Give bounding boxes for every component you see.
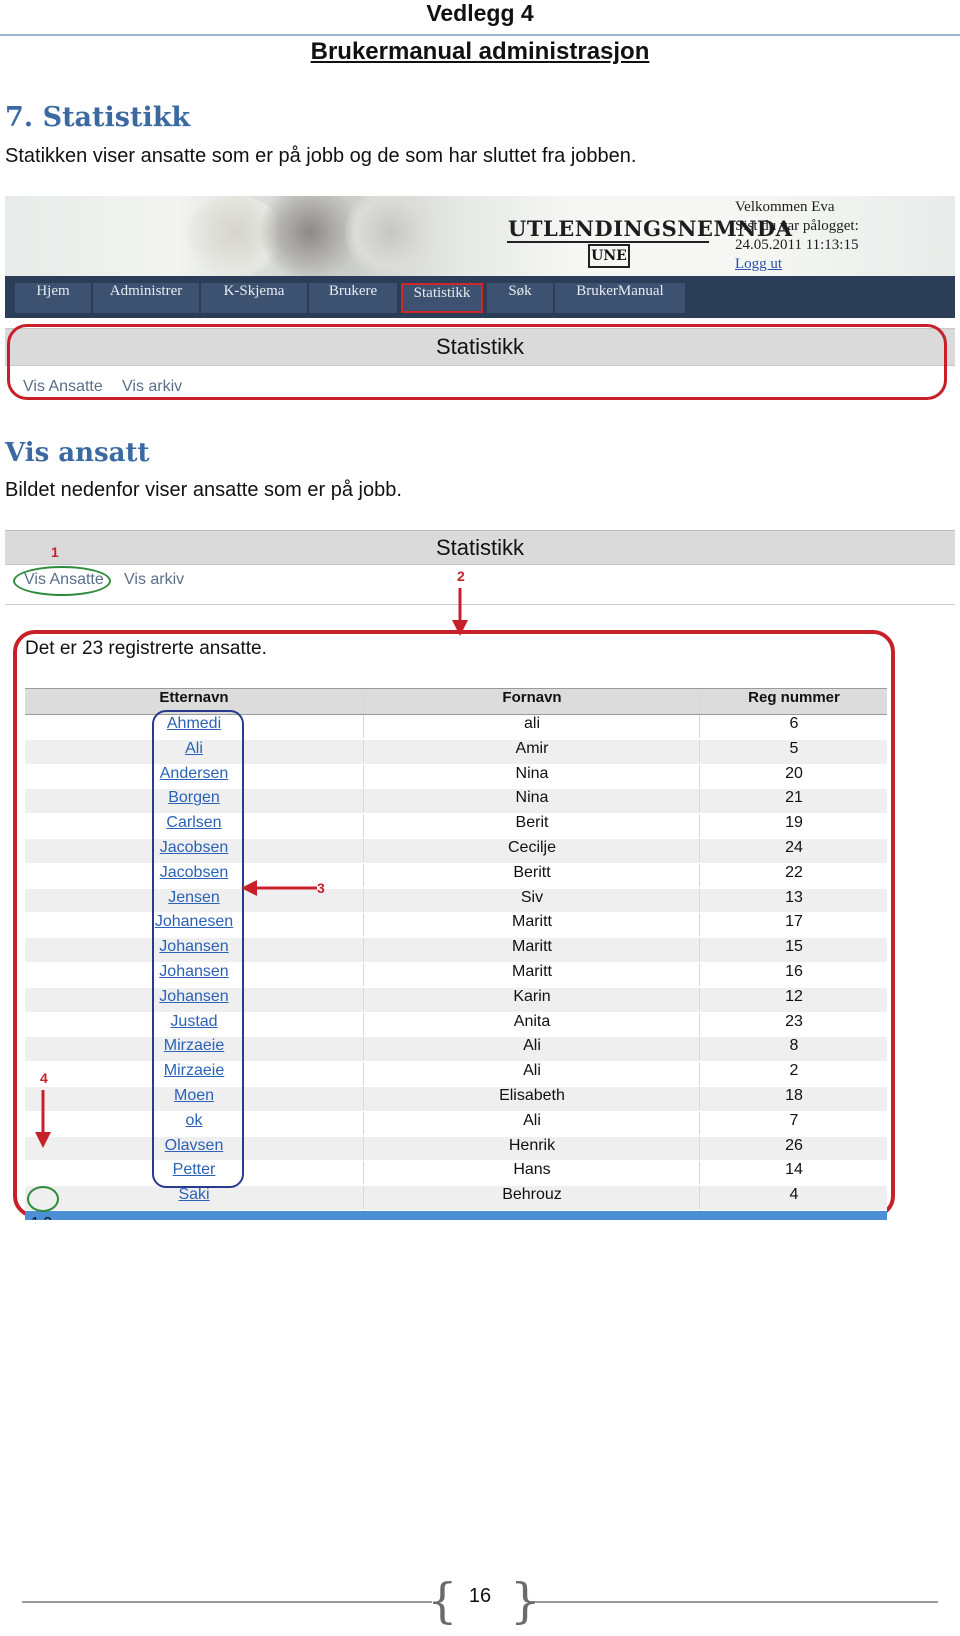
banner-photo — [345, 196, 435, 276]
section-vis-ansatt-text: Bildet nedenfor viser ansatte som er på … — [5, 479, 402, 501]
fornavn-cell: ali — [363, 715, 700, 738]
fornavn-cell: Cecilje — [363, 838, 700, 862]
reg-nummer-cell: 7 — [699, 1111, 888, 1135]
nav-item-administrer[interactable]: Administrer — [93, 283, 199, 313]
reg-nummer-cell: 2 — [699, 1062, 888, 1086]
fornavn-cell: Amir — [363, 739, 700, 763]
page-title-band: Statistikk — [5, 530, 955, 565]
welcome-text: Velkommen Eva — [735, 199, 835, 215]
reg-nummer-cell: 17 — [699, 913, 888, 937]
employee-count-text: Det er 23 registrerte ansatte. — [25, 638, 267, 659]
last-login-label: Sist du var pålogget: — [735, 218, 859, 234]
annotation-frame — [152, 710, 244, 1188]
column-header-fornavn[interactable]: Fornavn — [363, 689, 700, 714]
table-header: Etternavn Fornavn Reg nummer — [25, 688, 887, 715]
screenshot-statistics-page: UTLENDINGSNEMNDA UNE Velkommen Eva Sist … — [5, 196, 955, 411]
reg-nummer-cell: 15 — [699, 938, 888, 962]
nav-item-brukere[interactable]: Brukere — [309, 283, 397, 313]
header-divider — [0, 34, 960, 36]
annotation-marker-1: 1 — [51, 544, 59, 560]
reg-nummer-cell: 4 — [699, 1186, 888, 1210]
fornavn-cell: Berit — [363, 814, 700, 838]
reg-nummer-cell: 20 — [699, 764, 888, 788]
nav-item-statistikk[interactable]: Statistikk — [401, 283, 483, 313]
fornavn-cell: Nina — [363, 789, 700, 813]
fornavn-cell: Karin — [363, 987, 700, 1011]
reg-nummer-cell: 26 — [699, 1136, 888, 1160]
nav-item-sok[interactable]: Søk — [487, 283, 553, 313]
document-header-title: Vedlegg 4 — [426, 0, 534, 26]
last-login-value: 24.05.2011 11:13:15 — [735, 237, 859, 253]
fornavn-cell: Beritt — [363, 863, 700, 887]
annotation-marker-4: 4 — [40, 1070, 48, 1086]
vis-arkiv-link[interactable]: Vis arkiv — [124, 571, 184, 589]
reg-nummer-cell: 24 — [699, 838, 888, 862]
section-title-statistikk: 7. Statistikk — [5, 102, 191, 133]
reg-nummer-cell: 18 — [699, 1086, 888, 1110]
fornavn-cell: Ali — [363, 1062, 700, 1086]
reg-nummer-cell: 13 — [699, 888, 888, 912]
fornavn-cell: Maritt — [363, 913, 700, 937]
logo-box: UNE — [588, 244, 630, 268]
section-intro-text: Statikken viser ansatte som er på jobb o… — [5, 145, 637, 167]
fornavn-cell: Maritt — [363, 962, 700, 986]
section-title-vis-ansatt: Vis ansatt — [5, 438, 150, 468]
welcome-panel: Velkommen Eva Sist du var pålogget: 24.0… — [735, 198, 859, 274]
reg-nummer-cell: 16 — [699, 962, 888, 986]
annotation-arrow-left — [241, 880, 317, 896]
tabs-divider — [5, 604, 955, 605]
fornavn-cell: Ali — [363, 1111, 700, 1135]
reg-nummer-cell: 19 — [699, 814, 888, 838]
reg-nummer-cell: 21 — [699, 789, 888, 813]
table-pager: 1 2 — [25, 1210, 887, 1220]
highlight-frame — [7, 324, 947, 400]
footer-rule — [22, 1601, 432, 1603]
page-number: 16 — [468, 1585, 492, 1607]
logout-link[interactable]: Logg ut — [735, 255, 859, 274]
reg-nummer-cell: 14 — [699, 1161, 888, 1185]
reg-nummer-cell: 6 — [699, 715, 888, 738]
fornavn-cell: Siv — [363, 888, 700, 912]
nav-item-k-skjema[interactable]: K-Skjema — [201, 283, 307, 313]
annotation-oval — [27, 1186, 59, 1212]
etternavn-link[interactable]: Saki — [25, 1186, 363, 1209]
table-row: Saki Behrouz 4 — [25, 1186, 887, 1211]
annotation-marker-3: 3 — [317, 880, 325, 896]
fornavn-cell: Anita — [363, 1012, 700, 1036]
document-subtitle: Brukermanual administrasjon — [310, 38, 650, 65]
fornavn-cell: Ali — [363, 1037, 700, 1061]
fornavn-cell: Henrik — [363, 1136, 700, 1160]
annotation-marker-2: 2 — [457, 568, 465, 584]
nav-item-hjem[interactable]: Hjem — [15, 283, 91, 313]
fornavn-cell: Elisabeth — [363, 1086, 700, 1110]
column-header-reg-nummer[interactable]: Reg nummer — [699, 689, 888, 714]
reg-nummer-cell: 12 — [699, 987, 888, 1011]
fornavn-cell: Hans — [363, 1161, 700, 1185]
fornavn-cell: Nina — [363, 764, 700, 788]
reg-nummer-cell: 23 — [699, 1012, 888, 1036]
footer-rule — [528, 1601, 938, 1603]
vis-ansatte-link[interactable]: Vis Ansatte — [24, 571, 104, 589]
nav-item-brukermanual[interactable]: BrukerManual — [555, 283, 685, 313]
pager-links[interactable]: 1 2 — [31, 1214, 52, 1220]
reg-nummer-cell: 8 — [699, 1037, 888, 1061]
annotation-arrow-down — [35, 1090, 51, 1148]
logo-divider — [507, 241, 709, 243]
reg-nummer-cell: 22 — [699, 863, 888, 887]
fornavn-cell: Behrouz — [363, 1186, 700, 1210]
screenshot-employee-list: Statistikk 1 Vis Ansatte Vis arkiv 2 Det… — [5, 530, 955, 1220]
fornavn-cell: Maritt — [363, 938, 700, 962]
reg-nummer-cell: 5 — [699, 739, 888, 763]
